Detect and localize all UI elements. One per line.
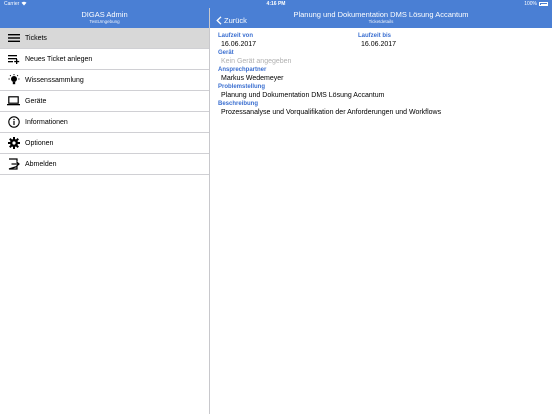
field-value-end: 16.06.2017 xyxy=(361,41,397,48)
sidebar-item-label: Neues Ticket anlegen xyxy=(25,55,93,63)
battery-icon xyxy=(539,2,548,6)
sidebar-menu: Tickets Neues Ticket anlegen Wissenssamm… xyxy=(0,28,209,175)
field-label-description: Beschreibung xyxy=(218,101,259,107)
sidebar-item-new-ticket[interactable]: Neues Ticket anlegen xyxy=(0,49,209,70)
master-header: DIGAS Admin TestUmgebung xyxy=(0,8,209,28)
sidebar-item-label: Tickets xyxy=(25,34,47,42)
lightbulb-icon xyxy=(7,74,20,87)
sidebar-item-knowledge[interactable]: Wissenssammlung xyxy=(0,70,209,91)
sidebar-item-devices[interactable]: Geräte xyxy=(0,91,209,112)
sidebar-item-label: Informationen xyxy=(25,118,68,126)
gear-icon xyxy=(7,137,20,150)
sidebar-item-label: Abmelden xyxy=(25,160,57,168)
sidebar-item-logout[interactable]: Abmelden xyxy=(0,154,209,175)
sidebar-item-label: Optionen xyxy=(25,139,54,147)
field-label-problem: Problemstellung xyxy=(218,84,266,90)
field-value-start: 16.06.2017 xyxy=(221,41,257,48)
sidebar-item-label: Wissenssammlung xyxy=(25,76,84,84)
ticket-details: Laufzeit von 16.06.2017 Laufzeit bis 16.… xyxy=(218,33,548,118)
app-subtitle: TestUmgebung xyxy=(89,19,120,24)
info-icon xyxy=(7,116,20,129)
battery-indicator: 100% xyxy=(524,0,548,8)
detail-title: Planung und Dokumentation DMS Lösung Acc… xyxy=(293,10,469,19)
clock: 4:16 PM xyxy=(266,1,286,7)
list-icon xyxy=(7,32,20,45)
logout-icon xyxy=(7,158,20,171)
field-value-device: Kein Gerät angegeben xyxy=(221,58,292,65)
field-label-contact: Ansprechpartner xyxy=(218,67,267,73)
sidebar-item-options[interactable]: Optionen xyxy=(0,133,209,154)
field-value-contact: Markus Wedemeyer xyxy=(221,75,284,82)
laptop-icon xyxy=(7,95,20,108)
field-value-problem: Planung und Dokumentation DMS Lösung Acc… xyxy=(221,92,385,99)
app-title: DIGAS Admin xyxy=(81,10,128,19)
field-value-description: Prozessanalyse und Vorqualifikation der … xyxy=(221,109,442,116)
back-button[interactable]: Zurück xyxy=(216,12,247,30)
detail-header: Planung und Dokumentation DMS Lösung Acc… xyxy=(210,8,552,28)
add-list-icon xyxy=(7,53,20,66)
sidebar-item-label: Geräte xyxy=(25,97,47,105)
back-label: Zurück xyxy=(224,16,247,25)
split-divider xyxy=(209,8,210,414)
sidebar-item-tickets[interactable]: Tickets xyxy=(0,28,209,49)
status-bar: Carrier 4:16 PM 100% xyxy=(0,0,552,8)
field-label-device: Gerät xyxy=(218,50,234,56)
field-label-start: Laufzeit von xyxy=(218,33,254,39)
sidebar-item-information[interactable]: Informationen xyxy=(0,112,209,133)
field-label-end: Laufzeit bis xyxy=(358,33,392,39)
chevron-left-icon xyxy=(216,12,222,30)
detail-subtitle: Ticketdetails xyxy=(368,19,394,24)
